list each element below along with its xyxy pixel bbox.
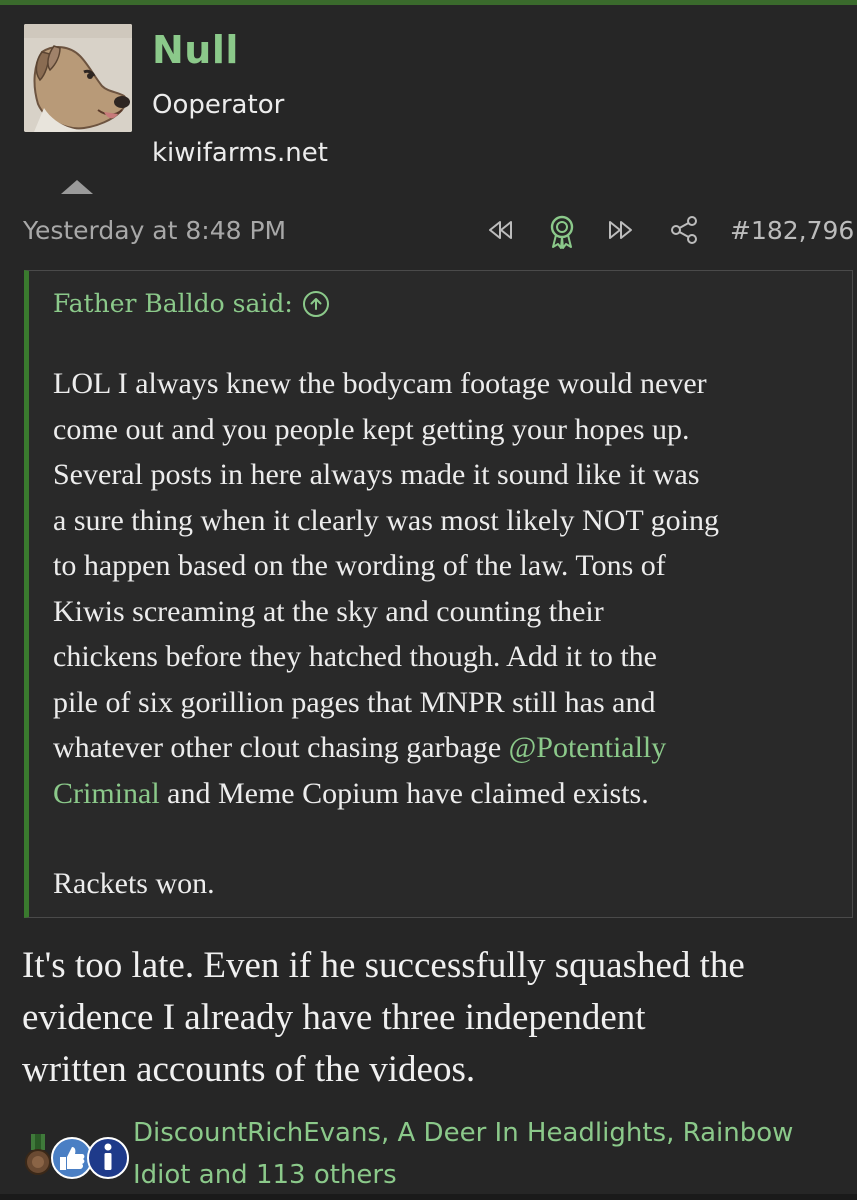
thumbs-up-icon — [51, 1137, 93, 1179]
user-site: kiwifarms.net — [152, 138, 328, 168]
post-line: written accounts of the videos. — [22, 1049, 476, 1090]
caret-up-icon — [61, 180, 93, 194]
post-number-link[interactable]: #182,796 — [730, 216, 854, 245]
info-icon — [87, 1137, 129, 1179]
quote-line: Criminal and Meme Copium have claimed ex… — [53, 771, 843, 817]
top-accent-bar — [0, 0, 857, 5]
quote-line: whatever other clout chasing garbage @Po… — [53, 725, 843, 771]
share-icon[interactable] — [668, 214, 700, 246]
post-actions — [0, 214, 857, 250]
quote-line: pile of six gorillion pages that MNPR st… — [53, 685, 656, 719]
quote-block: Father Balldo said: LOL I always knew th… — [24, 270, 853, 918]
username[interactable]: Null — [152, 28, 239, 72]
arrow-up-circle-icon[interactable] — [302, 290, 329, 317]
reaction-icons[interactable] — [22, 1132, 132, 1182]
quote-line-text: whatever other clout chasing garbage — [53, 731, 509, 764]
quote-line: come out and you people kept getting you… — [53, 412, 690, 446]
quote-line: LOL I always knew the bodycam footage wo… — [53, 367, 707, 400]
quote-line: Several posts in here always made it sou… — [53, 458, 700, 491]
dog-avatar-image — [24, 24, 132, 132]
quote-line: Kiwis screaming at the sky and counting … — [53, 594, 604, 628]
award-icon[interactable] — [546, 214, 578, 250]
quote-text: LOL I always knew the bodycam footage wo… — [53, 361, 843, 907]
rewind-icon[interactable] — [484, 214, 516, 246]
post-body: It's too late. Even if he successfully s… — [22, 940, 852, 1096]
quote-author-label: Father Balldo said: — [53, 289, 293, 318]
bottom-edge — [0, 1194, 857, 1200]
quote-closing-line: Rackets won. — [53, 867, 215, 900]
reaction-users-line[interactable]: DiscountRichEvans, A Deer In Headlights,… — [133, 1112, 843, 1154]
post-line: evidence I already have three independen… — [22, 997, 646, 1038]
fast-forward-icon[interactable] — [605, 214, 637, 246]
reaction-users-line[interactable]: Idiot and 113 others — [133, 1154, 843, 1196]
quote-line: a sure thing when it clearly was most li… — [53, 503, 719, 537]
quote-line: chickens before they hatched though. Add… — [53, 640, 657, 673]
post-line: It's too late. Even if he successfully s… — [22, 945, 745, 986]
user-title: Ooperator — [152, 90, 285, 120]
quote-line-text: and Meme Copium have claimed exists. — [159, 776, 649, 810]
quote-line: to happen based on the wording of the la… — [53, 549, 666, 582]
avatar[interactable] — [24, 24, 132, 132]
medal-icon — [25, 1134, 51, 1175]
user-mention-link[interactable]: @Potentially — [509, 731, 667, 764]
quote-attribution[interactable]: Father Balldo said: — [53, 289, 329, 318]
user-mention-link[interactable]: Criminal — [53, 777, 160, 810]
reaction-user-list[interactable]: DiscountRichEvans, A Deer In Headlights,… — [133, 1112, 843, 1196]
